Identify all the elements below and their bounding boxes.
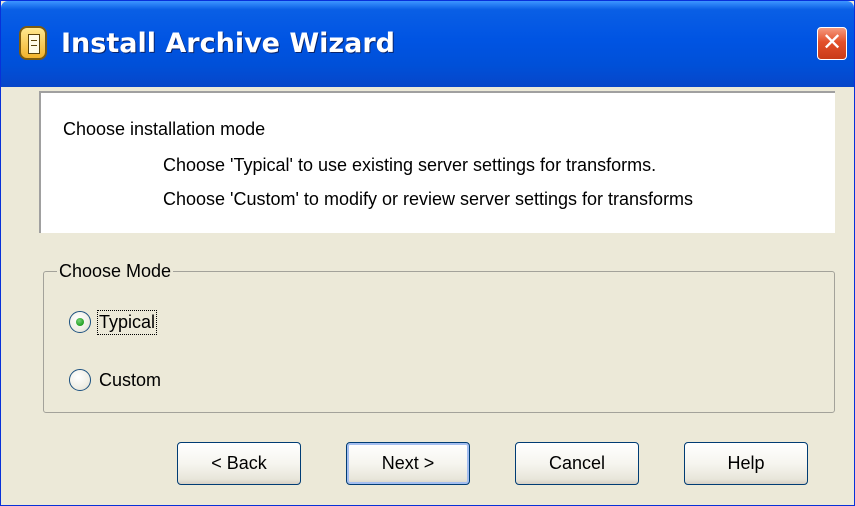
cancel-button[interactable]: Cancel: [515, 442, 639, 485]
wizard-window: Install Archive Wizard ✕ Choose installa…: [0, 0, 855, 506]
header-panel: Choose installation mode Choose 'Typical…: [39, 91, 835, 233]
radio-custom-button[interactable]: [69, 369, 91, 391]
choose-mode-group: [43, 271, 835, 413]
header-title: Choose installation mode: [63, 119, 266, 139]
radio-typical-label[interactable]: Typical: [96, 309, 158, 335]
help-button[interactable]: Help: [684, 442, 808, 485]
choose-mode-legend: Choose Mode: [57, 261, 174, 282]
radio-typical[interactable]: Typical: [69, 309, 158, 335]
radio-typical-button[interactable]: [69, 311, 91, 333]
radio-custom[interactable]: Custom: [69, 367, 161, 393]
window-title: Install Archive Wizard: [61, 28, 395, 59]
header-description-typical: Choose 'Typical' to use existing server …: [163, 155, 657, 175]
title-bar[interactable]: Install Archive Wizard ✕: [1, 1, 854, 87]
archive-document-icon: [19, 26, 47, 60]
back-button[interactable]: < Back: [177, 442, 301, 485]
next-button[interactable]: Next >: [346, 442, 470, 485]
header-description-custom: Choose 'Custom' to modify or review serv…: [163, 189, 694, 209]
radio-custom-label[interactable]: Custom: [99, 370, 161, 391]
radio-selected-dot: [76, 318, 84, 326]
close-icon[interactable]: ✕: [817, 27, 847, 60]
